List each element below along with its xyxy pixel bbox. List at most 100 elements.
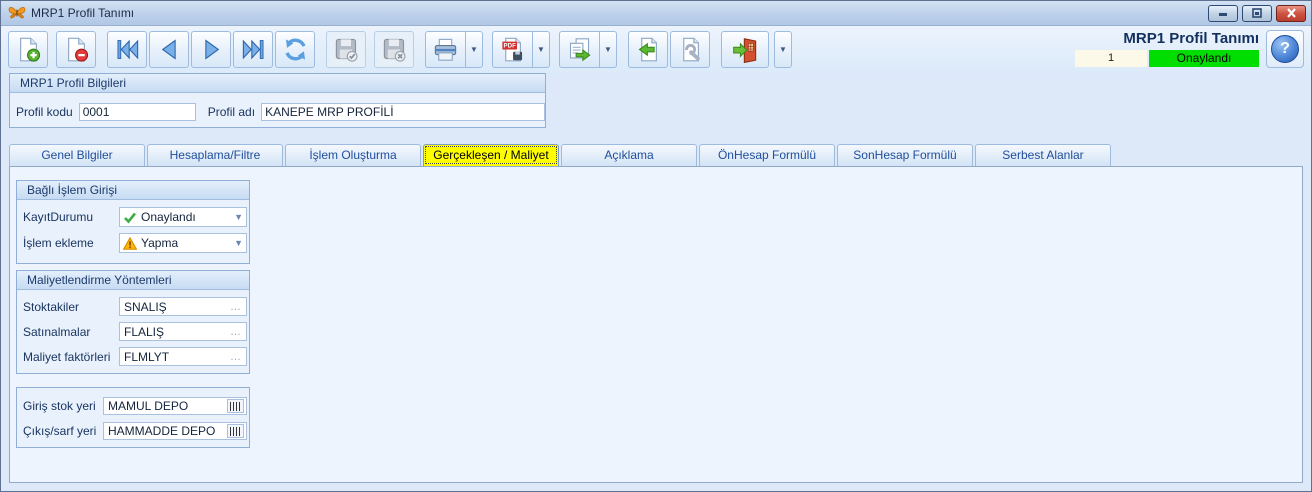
- satinalmalar-field[interactable]: FLALIŞ …: [119, 322, 247, 341]
- islem-ekleme-value: Yapma: [141, 236, 179, 250]
- stoktakiler-value: SNALIŞ: [124, 299, 167, 314]
- islem-ekleme-label: İşlem ekleme: [23, 236, 94, 250]
- save-cancel-button[interactable]: [374, 31, 414, 68]
- pdf-export-button[interactable]: PDF: [492, 31, 532, 68]
- bagli-islem-girisi-group: Bağlı İşlem Girişi KayıtDurumu Onaylandı…: [16, 180, 250, 264]
- copy-transfer-icon: [569, 38, 591, 62]
- close-button[interactable]: [1276, 4, 1306, 22]
- last-record-button[interactable]: [233, 31, 273, 68]
- minimize-button[interactable]: [1208, 4, 1238, 22]
- first-record-icon: [116, 39, 138, 60]
- satinalmalar-value: FLALIŞ: [124, 324, 165, 339]
- exit-button[interactable]: [721, 31, 769, 68]
- exit-dropdown-button[interactable]: ▼: [774, 31, 792, 68]
- tab-sonhesap-formulu[interactable]: SonHesap Formülü: [837, 144, 973, 166]
- stoktakiler-field[interactable]: SNALIŞ …: [119, 297, 247, 316]
- check-icon: [124, 212, 137, 223]
- copy-dropdown-button[interactable]: ▼: [599, 31, 617, 68]
- giris-stok-lookup-button[interactable]: [227, 399, 244, 413]
- kayit-durumu-value: Onaylandı: [141, 210, 196, 224]
- cikis-sarf-lookup-button[interactable]: [227, 424, 244, 438]
- help-button[interactable]: ?: [1266, 30, 1304, 68]
- print-button[interactable]: [425, 31, 465, 68]
- tab-serbest-alanlar[interactable]: Serbest Alanlar: [975, 144, 1111, 166]
- ellipsis-lookup-icon[interactable]: …: [230, 351, 242, 363]
- maliyetlendirme-group: Maliyetlendirme Yöntemleri Stoktakiler S…: [16, 270, 250, 374]
- tab-panel-gerceklesen-maliyet: Bağlı İşlem Girişi KayıtDurumu Onaylandı…: [9, 166, 1303, 483]
- refresh-button[interactable]: [275, 31, 315, 68]
- chevron-down-icon: ▼: [234, 238, 243, 248]
- maliyet-faktorleri-value: FLMLYT: [124, 349, 170, 364]
- tab-onhesap-formulu[interactable]: ÖnHesap Formülü: [699, 144, 835, 166]
- profile-info-group: MRP1 Profil Bilgileri Profil kodu Profil…: [9, 73, 546, 128]
- ellipsis-lookup-icon[interactable]: …: [230, 326, 242, 338]
- profil-adi-field[interactable]: [261, 103, 545, 121]
- stoktakiler-label: Stoktakiler: [23, 299, 80, 314]
- pdf-dropdown-button[interactable]: ▼: [532, 31, 550, 68]
- copy-split-button: ▼: [559, 31, 617, 68]
- profile-info-group-title: MRP1 Profil Bilgileri: [10, 74, 545, 93]
- window-title: MRP1 Profil Tanımı: [31, 6, 135, 20]
- tab-hesaplama-filtre[interactable]: Hesaplama/Filtre: [147, 144, 283, 166]
- last-record-icon: [242, 39, 264, 60]
- print-split-button: ▼: [425, 31, 483, 68]
- import-document-button[interactable]: [628, 31, 668, 68]
- help-icon: ?: [1271, 35, 1299, 63]
- record-number: 1: [1075, 50, 1147, 67]
- ellipsis-lookup-icon[interactable]: …: [230, 301, 242, 313]
- islem-ekleme-dropdown[interactable]: Yapma ▼: [119, 233, 247, 253]
- maliyet-faktorleri-label: Maliyet faktörleri: [23, 349, 111, 364]
- satinalmalar-label: Satınalmalar: [23, 324, 91, 339]
- maximize-icon: [1252, 8, 1262, 18]
- cikis-sarf-yeri-field[interactable]: HAMMADDE DEPO: [103, 422, 247, 440]
- tab-strip: Genel Bilgiler Hesaplama/Filtre İşlem Ol…: [9, 144, 1311, 166]
- close-icon: [1286, 8, 1296, 18]
- kayit-durumu-label: KayıtDurumu: [23, 210, 94, 224]
- new-record-button[interactable]: [8, 31, 48, 68]
- tools-wrench-button[interactable]: [670, 31, 710, 68]
- bagli-islem-girisi-title: Bağlı İşlem Girişi: [17, 181, 249, 200]
- tools-wrench-icon: [682, 37, 700, 62]
- delete-record-button[interactable]: [56, 31, 96, 68]
- cikis-sarf-yeri-value: HAMMADDE DEPO: [108, 424, 216, 438]
- previous-record-button[interactable]: [149, 31, 189, 68]
- profil-kodu-field[interactable]: [78, 103, 196, 121]
- exit-door-icon: [732, 38, 756, 63]
- form-title: MRP1 Profil Tanımı: [1123, 30, 1259, 47]
- refresh-icon: [284, 38, 306, 61]
- tab-gerceklesen-maliyet[interactable]: Gerçekleşen / Maliyet: [423, 144, 559, 166]
- barcode-icon: [230, 401, 241, 411]
- tab-genel-bilgiler[interactable]: Genel Bilgiler: [9, 144, 145, 166]
- stok-yerleri-group: Giriş stok yeri MAMUL DEPO Çıkış/sarf ye…: [16, 387, 250, 448]
- maximize-button[interactable]: [1242, 4, 1272, 22]
- minimize-icon: [1219, 12, 1227, 16]
- copy-transfer-button[interactable]: [559, 31, 599, 68]
- save-button[interactable]: [326, 31, 366, 68]
- kayit-durumu-dropdown[interactable]: Onaylandı ▼: [119, 207, 247, 227]
- import-document-icon: [638, 37, 657, 62]
- profil-adi-label: Profil adı: [207, 105, 256, 119]
- app-window: MRP1 Profil Tanımı ▼ PDF ▼ ▼ ▼ MRP1 Prof…: [0, 0, 1312, 492]
- next-record-button[interactable]: [191, 31, 231, 68]
- first-record-button[interactable]: [107, 31, 147, 68]
- profil-kodu-label: Profil kodu: [16, 105, 73, 119]
- pdf-export-icon: PDF: [502, 37, 523, 62]
- tab-islem-olusturma[interactable]: İşlem Oluşturma: [285, 144, 421, 166]
- maliyet-faktorleri-field[interactable]: FLMLYT …: [119, 347, 247, 366]
- giris-stok-yeri-field[interactable]: MAMUL DEPO: [103, 397, 247, 415]
- save-cancel-icon: [383, 38, 406, 62]
- cikis-sarf-yeri-label: Çıkış/sarf yeri: [23, 424, 97, 438]
- next-record-icon: [204, 39, 219, 60]
- giris-stok-yeri-value: MAMUL DEPO: [108, 399, 189, 413]
- status-badge: Onaylandı: [1149, 50, 1259, 67]
- print-dropdown-button[interactable]: ▼: [465, 31, 483, 68]
- print-icon: [434, 38, 457, 61]
- svg-text:PDF: PDF: [504, 43, 517, 50]
- delete-record-icon: [67, 37, 88, 62]
- save-icon: [335, 38, 358, 62]
- tab-aciklama[interactable]: Açıklama: [561, 144, 697, 166]
- maliyetlendirme-title: Maliyetlendirme Yöntemleri: [17, 271, 249, 290]
- chevron-down-icon: ▼: [234, 212, 243, 222]
- title-bar: MRP1 Profil Tanımı: [1, 1, 1311, 26]
- new-record-icon: [19, 37, 40, 62]
